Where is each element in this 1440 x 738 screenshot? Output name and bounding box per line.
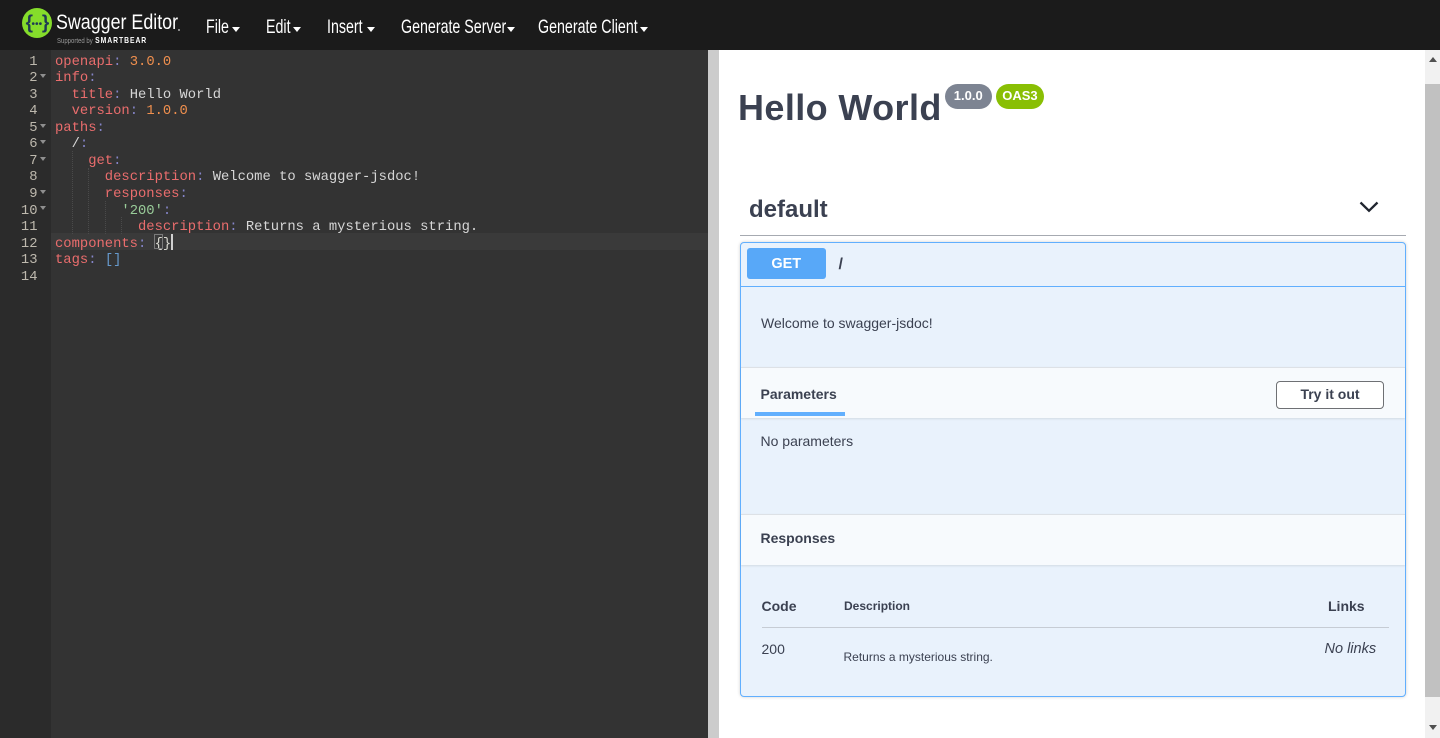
svg-text:}: }	[41, 12, 49, 33]
svg-text:{: {	[25, 12, 32, 33]
